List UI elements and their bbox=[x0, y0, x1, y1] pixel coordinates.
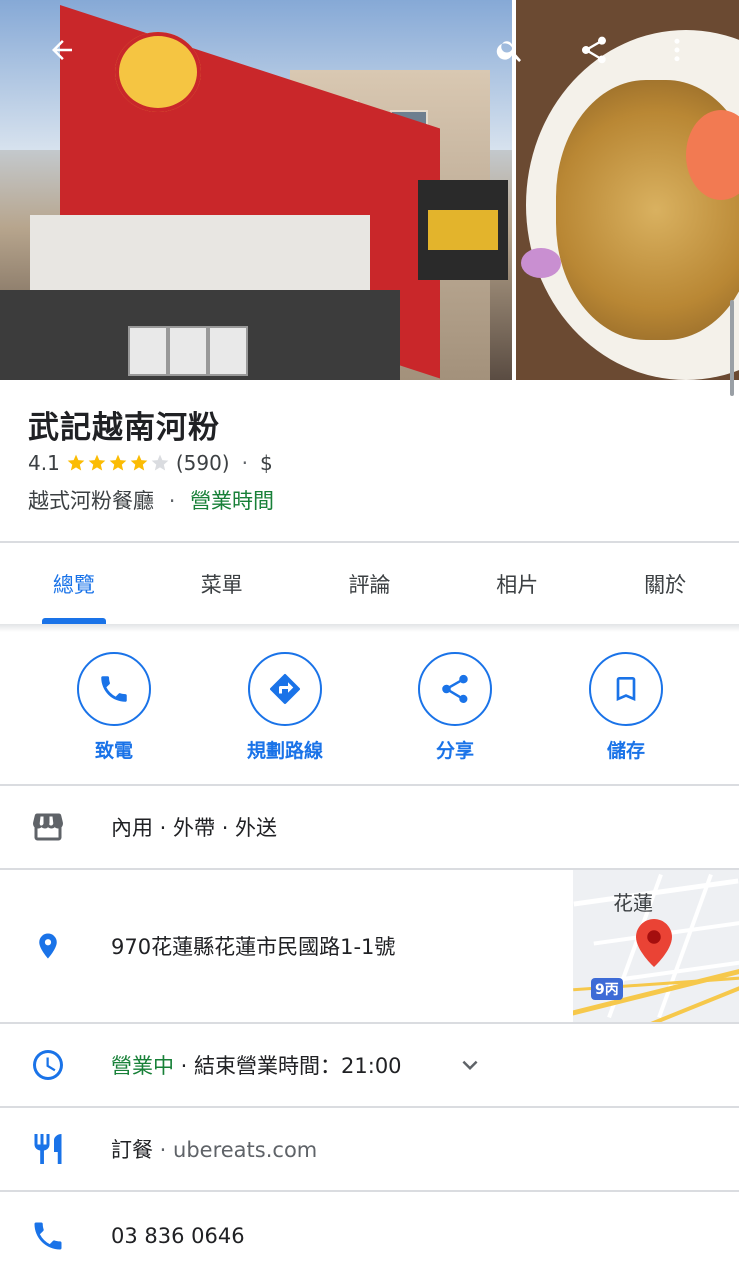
call-button[interactable]: 致電 bbox=[39, 652, 189, 763]
directions-icon bbox=[248, 652, 322, 726]
price-level: $ bbox=[259, 451, 273, 475]
restaurant-icon bbox=[30, 1131, 66, 1167]
closing-time: · 結束營業時間：21:00 bbox=[174, 1054, 402, 1078]
service-options-text: 內用 · 外帶 · 外送 bbox=[111, 816, 278, 840]
rating-row[interactable]: 4.1 (590) · $ bbox=[28, 451, 273, 475]
separator-dot: · bbox=[241, 451, 248, 475]
category-label: 越式河粉餐廳 bbox=[28, 489, 154, 513]
phone-icon bbox=[77, 652, 151, 726]
phone-number: 03 836 0646 bbox=[111, 1224, 245, 1248]
share-icon bbox=[418, 652, 492, 726]
tab-bar: 總覽 菜單 評論 相片 關於 bbox=[0, 543, 739, 625]
back-icon[interactable] bbox=[40, 28, 84, 72]
location-pin-icon bbox=[30, 928, 66, 964]
star-empty-icon bbox=[151, 454, 169, 471]
service-options-row[interactable]: 內用 · 外帶 · 外送 bbox=[0, 786, 739, 868]
call-label: 致電 bbox=[94, 740, 133, 762]
category-row: 越式河粉餐廳 · 營業時間 bbox=[28, 485, 274, 515]
rating-value: 4.1 bbox=[28, 451, 60, 475]
order-row[interactable]: 訂餐 · ubereats.com bbox=[0, 1108, 739, 1190]
storefront-icon bbox=[30, 809, 66, 845]
star-rating bbox=[66, 453, 170, 473]
search-icon[interactable] bbox=[488, 28, 532, 72]
review-count[interactable]: (590) bbox=[176, 451, 230, 475]
star-filled-icon bbox=[88, 454, 106, 471]
hours-text: 營業中 · 結束營業時間：21:00 bbox=[111, 1050, 402, 1080]
save-button[interactable]: 儲存 bbox=[551, 652, 701, 763]
order-site[interactable]: · ubereats.com bbox=[153, 1138, 318, 1162]
open-status: 營業中 bbox=[111, 1054, 174, 1078]
hours-link[interactable]: 營業時間 bbox=[190, 489, 274, 513]
save-label: 儲存 bbox=[606, 740, 645, 762]
star-filled-icon bbox=[67, 454, 85, 471]
order-text: 訂餐 · ubereats.com bbox=[111, 1134, 317, 1164]
bookmark-icon bbox=[589, 652, 663, 726]
action-buttons: 致電 規劃路線 分享 儲存 bbox=[0, 652, 739, 762]
separator-dot: · bbox=[168, 489, 176, 513]
more-options-icon[interactable] bbox=[655, 28, 699, 72]
tab-overview[interactable]: 總覽 bbox=[0, 543, 148, 625]
share-button[interactable]: 分享 bbox=[380, 652, 530, 763]
phone-row[interactable]: 03 836 0646 bbox=[0, 1192, 739, 1280]
star-filled-icon bbox=[130, 454, 148, 471]
tab-about[interactable]: 關於 bbox=[591, 543, 739, 625]
tab-photos[interactable]: 相片 bbox=[443, 543, 591, 625]
share-icon[interactable] bbox=[572, 28, 616, 72]
place-title: 武記越南河粉 bbox=[28, 410, 220, 446]
order-label: 訂餐 bbox=[111, 1138, 153, 1162]
tab-menu[interactable]: 菜單 bbox=[148, 543, 296, 625]
directions-button[interactable]: 規劃路線 bbox=[210, 652, 360, 763]
scrollbar[interactable] bbox=[730, 300, 734, 396]
star-filled-icon bbox=[109, 454, 127, 471]
share-label: 分享 bbox=[435, 740, 474, 762]
map-city-label: 花蓮 bbox=[613, 891, 653, 915]
address-text: 970花蓮縣花蓮市民國路1-1號 bbox=[111, 935, 396, 959]
phone-icon bbox=[30, 1218, 66, 1254]
directions-label: 規劃路線 bbox=[246, 740, 323, 762]
hours-row[interactable]: 營業中 · 結束營業時間：21:00 bbox=[0, 1024, 739, 1106]
route-badge: 9丙 bbox=[591, 978, 623, 1000]
chevron-down-icon[interactable] bbox=[455, 1050, 485, 1080]
clock-icon bbox=[30, 1047, 66, 1083]
map-pin-icon bbox=[636, 919, 672, 971]
tab-reviews[interactable]: 評論 bbox=[296, 543, 444, 625]
